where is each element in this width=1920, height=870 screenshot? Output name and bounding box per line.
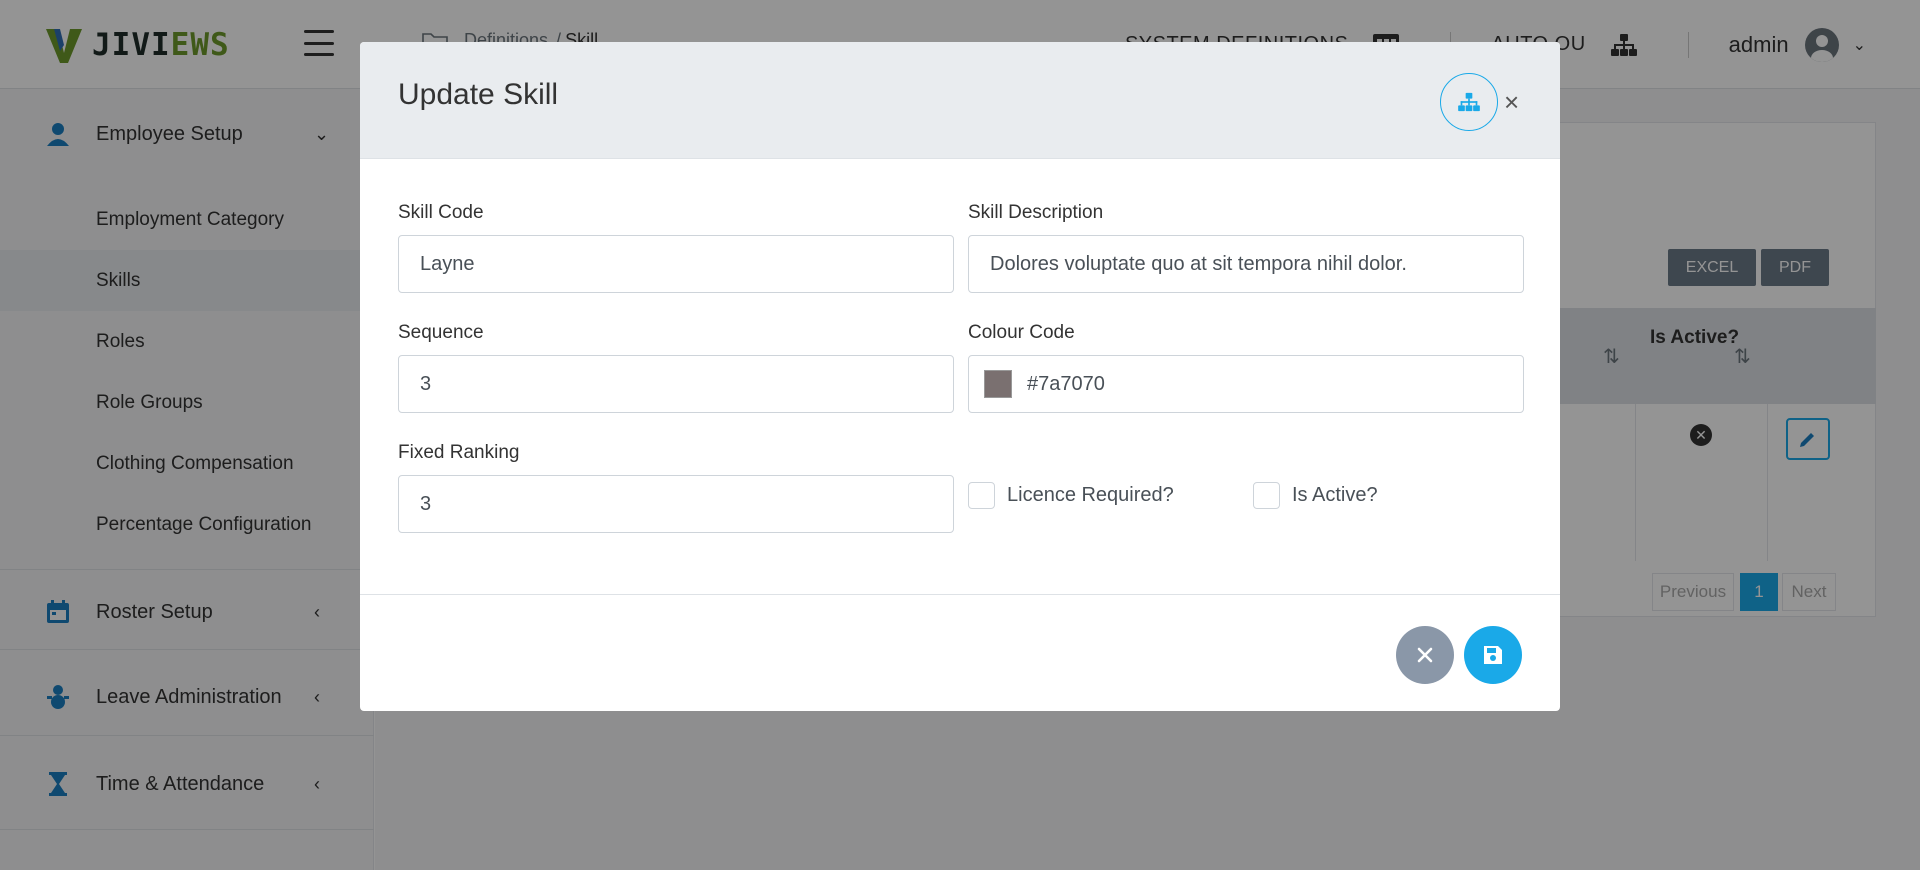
is-active-checkbox[interactable] <box>1253 482 1280 509</box>
modal-title: Update Skill <box>398 78 559 111</box>
sequence-label: Sequence <box>398 322 484 343</box>
hierarchy-button[interactable] <box>1440 73 1498 131</box>
floppy-disk-icon <box>1484 646 1502 664</box>
save-button[interactable] <box>1464 626 1522 684</box>
update-skill-modal: Update Skill × Skill Code Layne Skill De… <box>360 42 1560 711</box>
cancel-button[interactable] <box>1396 626 1454 684</box>
skill-description-label: Skill Description <box>968 202 1104 223</box>
colour-code-label: Colour Code <box>968 322 1075 343</box>
is-active-checkbox-group[interactable]: Is Active? <box>1253 482 1378 509</box>
fixed-ranking-input[interactable]: 3 <box>398 475 954 533</box>
colour-swatch[interactable] <box>984 370 1012 398</box>
colour-code-input[interactable]: #7a7070 <box>968 355 1524 413</box>
close-icon[interactable]: × <box>1504 87 1519 117</box>
skill-code-label: Skill Code <box>398 202 484 223</box>
licence-required-checkbox[interactable] <box>968 482 995 509</box>
modal-footer-divider <box>360 594 1560 595</box>
close-icon <box>1417 647 1433 663</box>
skill-description-input[interactable]: Dolores voluptate quo at sit tempora nih… <box>968 235 1524 293</box>
colour-code-value: #7a7070 <box>1027 372 1105 395</box>
fixed-ranking-label: Fixed Ranking <box>398 442 520 463</box>
licence-required-label: Licence Required? <box>1007 484 1174 506</box>
sitemap-icon <box>1458 92 1480 112</box>
licence-required-checkbox-group[interactable]: Licence Required? <box>968 482 1174 509</box>
modal-header: Update Skill × <box>360 42 1560 159</box>
skill-code-input[interactable]: Layne <box>398 235 954 293</box>
sequence-input[interactable]: 3 <box>398 355 954 413</box>
is-active-label: Is Active? <box>1292 484 1378 506</box>
